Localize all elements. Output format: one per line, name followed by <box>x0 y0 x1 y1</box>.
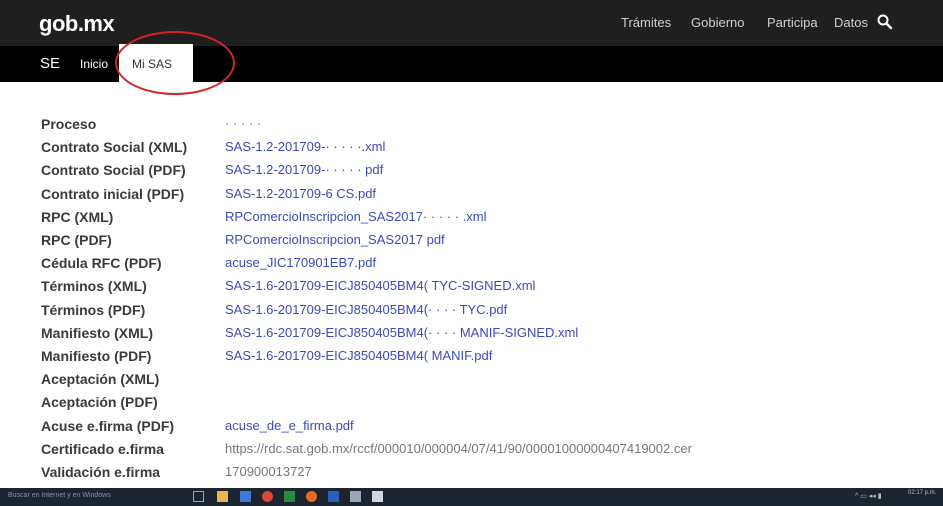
nav-participa[interactable]: Participa <box>767 15 818 30</box>
table-row: Contrato Social (XML) SAS-1.2-201709-· · … <box>0 136 943 160</box>
windows-taskbar: Buscar en Internet y en Windows ^ ▭ ◂◂ ▮… <box>0 488 943 506</box>
file-link[interactable]: acuse_de_e_firma.pdf <box>225 418 354 433</box>
row-label: Aceptación (XML) <box>41 371 160 388</box>
table-row: Términos (XML) SAS-1.6-201709-EICJ850405B… <box>0 275 943 299</box>
table-row: RPC (PDF) RPComercioInscripcion_SAS2017 p… <box>0 229 943 253</box>
file-link[interactable]: SAS-1.2-201709-6 CS.pdf <box>225 186 376 201</box>
store-icon[interactable] <box>240 491 251 502</box>
file-link[interactable]: acuse_JIC170901EB7.pdf <box>225 255 376 270</box>
search-icon[interactable] <box>876 13 894 31</box>
row-label: Contrato Social (PDF) <box>41 162 186 179</box>
row-value: · · · · · <box>225 116 262 131</box>
file-link[interactable]: SAS-1.6-201709-EICJ850405BM4( MANIF.pdf <box>225 348 492 363</box>
excel-icon[interactable] <box>284 491 295 502</box>
task-view-icon[interactable] <box>193 491 204 502</box>
table-row: Términos (PDF) SAS-1.6-201709-EICJ850405B… <box>0 299 943 323</box>
table-row: Contrato Social (PDF) SAS-1.2-201709-· · … <box>0 159 943 183</box>
file-link[interactable]: SAS-1.2-201709-· · · · ·.xml <box>225 139 385 154</box>
row-label: RPC (XML) <box>41 208 114 225</box>
nav-datos[interactable]: Datos <box>834 15 868 30</box>
table-row: Aceptación (PDF) <box>0 391 943 415</box>
nav-gobierno[interactable]: Gobierno <box>691 15 744 30</box>
se-label[interactable]: SE <box>40 55 60 72</box>
row-label: Términos (PDF) <box>41 301 146 318</box>
file-link[interactable]: SAS-1.6-201709-EICJ850405BM4( TYC-SIGNED… <box>225 278 535 293</box>
word-icon[interactable] <box>328 491 339 502</box>
row-value: 170900013727 <box>225 464 312 479</box>
file-link[interactable]: SAS-1.2-201709-· · · · · pdf <box>225 162 383 177</box>
taskbar-search-input[interactable]: Buscar en Internet y en Windows <box>8 492 111 499</box>
table-row: Validación e.firma 170900013727 <box>0 461 943 485</box>
row-label: Cédula RFC (PDF) <box>41 255 162 272</box>
highlight-circle-annotation <box>115 31 235 95</box>
tray-icons[interactable]: ^ ▭ ◂◂ ▮ <box>855 492 882 500</box>
row-label: Certificado e.firma <box>41 440 164 457</box>
row-label: Manifiesto (PDF) <box>41 348 152 364</box>
table-row: Acuse e.firma (PDF) acuse_de_e_firma.pdf <box>0 415 943 439</box>
row-label: Proceso <box>41 116 97 132</box>
nav-inicio[interactable]: Inicio <box>80 57 108 71</box>
clock: 02:17 p.m. <box>908 490 937 496</box>
table-row: RPC (XML) RPComercioInscripcion_SAS2017· … <box>0 206 943 230</box>
row-value: https://rdc.sat.gob.mx/rccf/000010/00000… <box>225 440 692 456</box>
gobmx-logo[interactable]: gob.mx <box>39 11 115 37</box>
photos-icon[interactable] <box>372 491 383 502</box>
nav-tramites[interactable]: Trámites <box>621 15 671 30</box>
row-label: Manifiesto (XML) <box>41 324 153 341</box>
row-label: RPC (PDF) <box>41 232 112 248</box>
table-row: Certificado e.firma https://rdc.sat.gob.m… <box>0 438 943 462</box>
row-label: Validación e.firma <box>41 464 161 480</box>
chrome-icon[interactable] <box>262 491 273 502</box>
file-link[interactable]: RPComercioInscripcion_SAS2017· · · · · .… <box>225 209 487 224</box>
row-label: Contrato Social (XML) <box>41 139 188 156</box>
file-explorer-icon[interactable] <box>217 491 228 502</box>
table-row: Proceso · · · · · <box>0 113 943 137</box>
table-row: Contrato inicial (PDF) SAS-1.2-201709-6 C… <box>0 183 943 207</box>
firefox-icon[interactable] <box>306 491 317 502</box>
file-link[interactable]: SAS-1.6-201709-EICJ850405BM4(· · · · MAN… <box>225 325 578 340</box>
file-link[interactable]: RPComercioInscripcion_SAS2017 pdf <box>225 232 445 247</box>
table-row: Manifiesto (PDF) SAS-1.6-201709-EICJ85040… <box>0 345 943 369</box>
row-label: Aceptación (PDF) <box>41 394 158 411</box>
row-label: Términos (XML) <box>41 278 147 295</box>
paint-icon[interactable] <box>350 491 361 502</box>
row-label: Contrato inicial (PDF) <box>41 185 185 202</box>
file-link[interactable]: SAS-1.6-201709-EICJ850405BM4(· · · · TYC… <box>225 302 507 317</box>
table-row: Cédula RFC (PDF) acuse_JIC170901EB7.pdf <box>0 252 943 276</box>
table-row: Manifiesto (XML) SAS-1.6-201709-EICJ85040… <box>0 322 943 346</box>
table-row: Aceptación (XML) <box>0 368 943 392</box>
row-label: Acuse e.firma (PDF) <box>41 417 175 434</box>
